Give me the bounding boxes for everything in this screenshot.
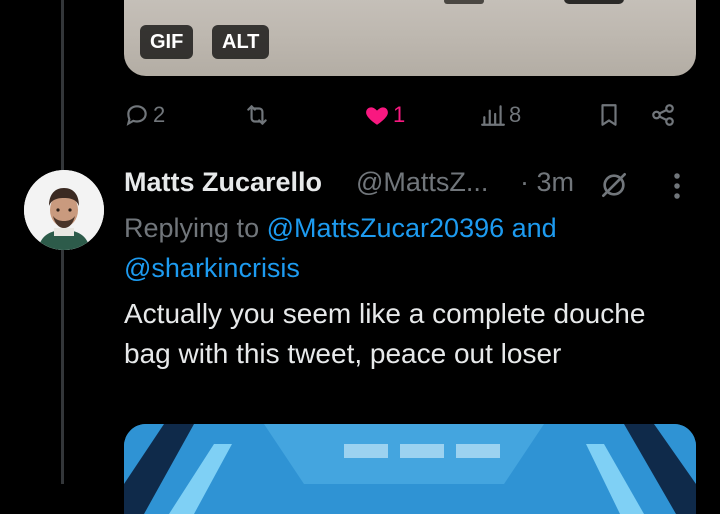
muted-conversation-icon [602, 173, 626, 197]
media-detail [444, 0, 484, 4]
media-image [124, 424, 696, 514]
views-count: 8 [509, 102, 522, 127]
views-chart-icon [481, 105, 505, 126]
reply-count: 2 [153, 102, 166, 127]
author-name[interactable]: Matts Zucarello [124, 167, 322, 198]
replying-to-label: Replying to [124, 213, 260, 243]
tweet-text: Actually you seem like a complete douche… [124, 298, 646, 369]
replying-and[interactable]: and [512, 213, 557, 243]
profile-photo [24, 170, 104, 250]
like-button[interactable]: 1 [364, 96, 405, 134]
bookmark-button[interactable] [596, 96, 622, 134]
more-options-icon[interactable] [670, 171, 684, 201]
author-handle[interactable]: @MattsZ... [356, 167, 488, 198]
media-detail [564, 0, 624, 4]
bookmark-icon [601, 104, 617, 126]
retweet-button[interactable] [244, 96, 270, 134]
replying-to: Replying to @MattsZucar20396 and @sharki… [124, 208, 696, 288]
mention-link[interactable]: @MattsZucar20396 [267, 213, 505, 243]
tweet-actions-bar: 2 1 8 [124, 96, 696, 134]
share-button[interactable] [650, 96, 676, 134]
avatar[interactable] [24, 170, 104, 250]
thread-connector-line [61, 0, 64, 170]
reply-icon [126, 105, 147, 126]
previous-tweet-media[interactable]: GIF ALT [124, 0, 696, 76]
mention-link[interactable]: @sharkincrisis [124, 253, 300, 283]
heart-filled-icon [366, 107, 388, 125]
like-count: 1 [393, 102, 406, 127]
tweet-header: Matts Zucarello @MattsZ... · 3m [124, 165, 696, 205]
views-button[interactable]: 8 [480, 96, 521, 134]
reply-button[interactable]: 2 [124, 96, 165, 134]
thread-connector-line [61, 246, 64, 484]
alt-badge[interactable]: ALT [212, 25, 270, 59]
share-icon [652, 104, 674, 126]
gif-badge: GIF [140, 25, 194, 59]
retweet-icon [247, 105, 267, 125]
tweet-media[interactable] [124, 424, 696, 514]
tweet-timestamp[interactable]: · 3m [520, 167, 574, 198]
